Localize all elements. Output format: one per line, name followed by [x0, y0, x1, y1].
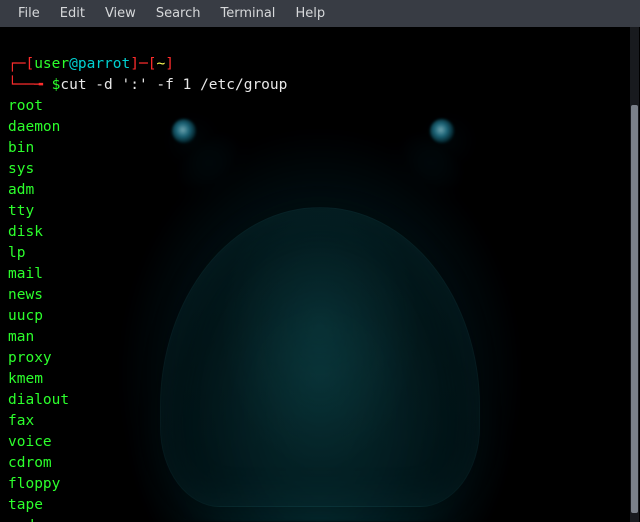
- terminal-surface[interactable]: ┌─[user@parrot]─[~] └──╼ $cut -d ':' -f …: [0, 27, 640, 522]
- output-line: sudo: [8, 518, 43, 522]
- output-line: adm: [8, 182, 34, 198]
- output-line: proxy: [8, 350, 52, 366]
- output-line: tape: [8, 497, 43, 513]
- ps1-sep: ─: [139, 56, 148, 72]
- ps1-host: parrot: [78, 56, 130, 72]
- ps1-close1: ]: [130, 56, 139, 72]
- ps1-user: user: [34, 56, 69, 72]
- output-line: dialout: [8, 392, 69, 408]
- terminal-scrollbar[interactable]: [630, 27, 639, 522]
- menu-terminal[interactable]: Terminal: [210, 2, 285, 25]
- ps1-corner-top: ┌─[: [8, 56, 34, 72]
- terminal[interactable]: ┌─[user@parrot]─[~] └──╼ $cut -d ':' -f …: [0, 27, 640, 522]
- output-line: floppy: [8, 476, 60, 492]
- output-line: root: [8, 98, 43, 114]
- output-line: kmem: [8, 371, 43, 387]
- output-line: bin: [8, 140, 34, 156]
- ps1-corner-bottom: └──╼: [8, 77, 52, 93]
- output-line: disk: [8, 224, 43, 240]
- prompt-line-1: ┌─[user@parrot]─[~]: [8, 56, 174, 72]
- menubar: File Edit View Search Terminal Help: [0, 0, 640, 27]
- output-line: tty: [8, 203, 34, 219]
- output-line: uucp: [8, 308, 43, 324]
- output-line: mail: [8, 266, 43, 282]
- output-line: daemon: [8, 119, 60, 135]
- output-line: lp: [8, 245, 25, 261]
- ps1-at: @: [69, 56, 78, 72]
- command-text: cut -d ':' -f 1 /etc/group: [60, 77, 287, 93]
- prompt-line-2: └──╼ $cut -d ':' -f 1 /etc/group: [8, 77, 287, 93]
- menu-help[interactable]: Help: [285, 2, 335, 25]
- output-line: sys: [8, 161, 34, 177]
- output-line: fax: [8, 413, 34, 429]
- ps1-cwd: ~: [156, 56, 165, 72]
- scrollbar-thumb[interactable]: [631, 105, 638, 513]
- menu-view[interactable]: View: [95, 2, 146, 25]
- menu-file[interactable]: File: [8, 2, 50, 25]
- ps1-close2: ]: [165, 56, 174, 72]
- menu-search[interactable]: Search: [146, 2, 211, 25]
- output-line: voice: [8, 434, 52, 450]
- output-line: man: [8, 329, 34, 345]
- output-line: news: [8, 287, 43, 303]
- output-line: cdrom: [8, 455, 52, 471]
- menu-edit[interactable]: Edit: [50, 2, 95, 25]
